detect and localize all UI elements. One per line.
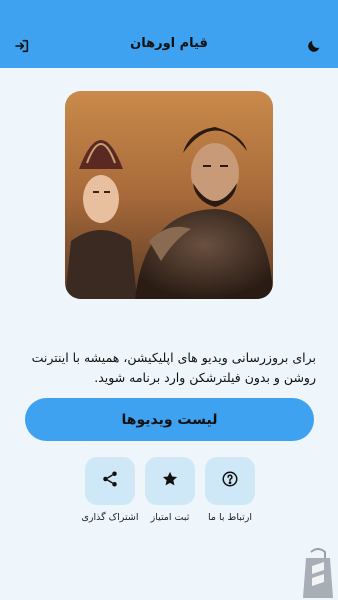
market-bag-icon <box>303 548 333 598</box>
hero-image <box>65 91 273 299</box>
star-icon <box>161 470 179 492</box>
video-list-button[interactable]: لیست ویدیوها <box>25 398 314 441</box>
question-icon <box>221 470 239 492</box>
share-button[interactable] <box>85 457 135 505</box>
share-label: اشتراک گذاری <box>81 512 139 523</box>
rate-button[interactable] <box>145 457 195 505</box>
contact-us-button[interactable] <box>205 457 255 505</box>
share-icon <box>101 470 119 492</box>
description-text: برای بروزرسانی ویدیو های اپلیکیشن، همیشه… <box>31 350 316 385</box>
app-title: قیام اورهان <box>130 36 208 51</box>
moon-icon[interactable] <box>304 36 324 56</box>
app-bar: قیام اورهان <box>0 0 338 68</box>
